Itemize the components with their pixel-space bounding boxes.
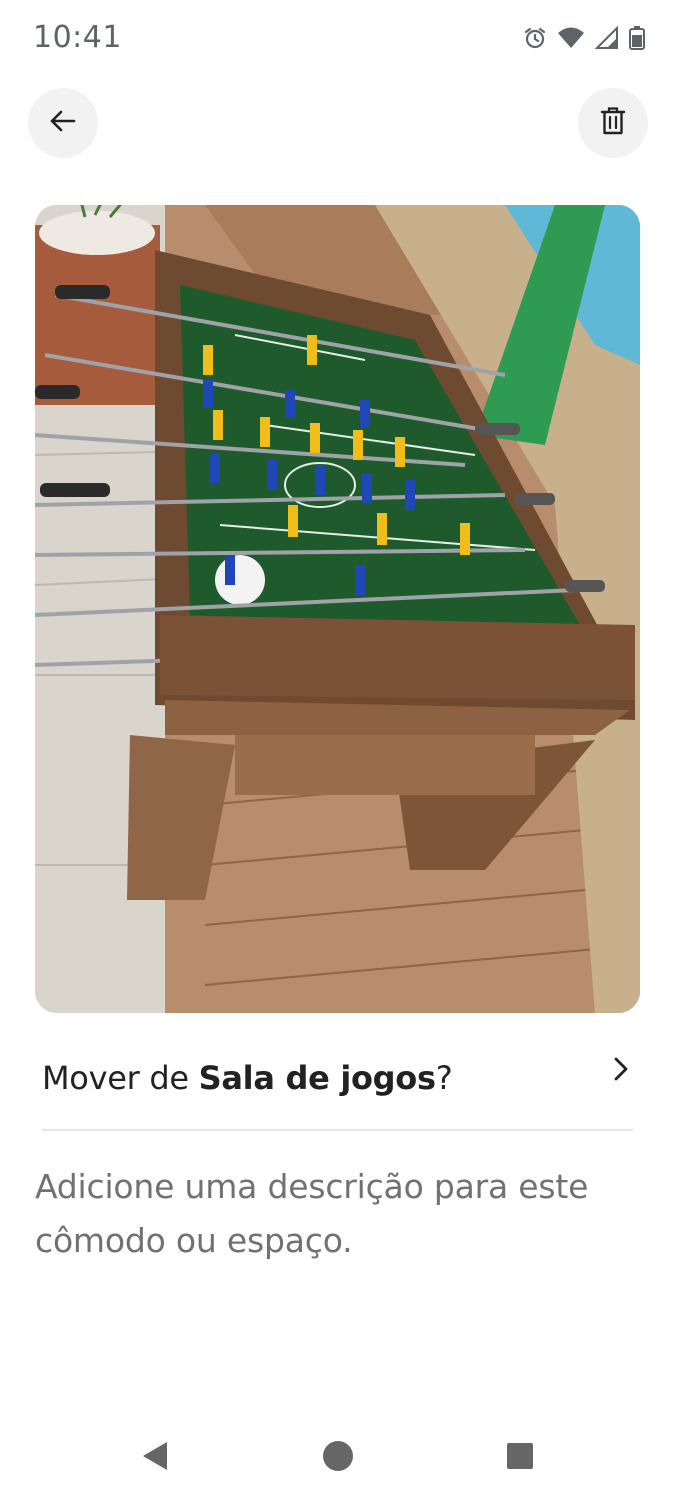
status-time: 10:41 bbox=[33, 20, 122, 55]
nav-home-button[interactable] bbox=[320, 1440, 356, 1476]
battery-icon bbox=[629, 26, 645, 50]
alarm-icon bbox=[523, 26, 547, 50]
nav-recents-icon bbox=[506, 1442, 534, 1475]
nav-back-button[interactable] bbox=[137, 1440, 173, 1476]
move-room-row[interactable]: Mover de Sala de jogos? bbox=[42, 1048, 632, 1108]
move-room-prefix: Mover de bbox=[42, 1059, 199, 1097]
move-room-text: Mover de Sala de jogos? bbox=[42, 1059, 453, 1097]
nav-back-icon bbox=[140, 1440, 170, 1477]
trash-icon bbox=[599, 106, 627, 141]
description-input[interactable]: Adicione uma descrição para este cômodo … bbox=[35, 1160, 635, 1268]
divider bbox=[42, 1129, 633, 1131]
move-room-name: Sala de jogos bbox=[198, 1059, 436, 1097]
room-photo[interactable] bbox=[35, 205, 640, 1013]
chevron-right-icon bbox=[610, 1057, 632, 1087]
signal-icon bbox=[595, 26, 619, 50]
nav-home-icon bbox=[322, 1440, 354, 1477]
delete-button[interactable] bbox=[578, 88, 648, 158]
system-nav-bar bbox=[0, 1410, 675, 1500]
wifi-icon bbox=[557, 26, 585, 50]
status-icons bbox=[523, 26, 645, 50]
status-bar: 10:41 bbox=[0, 0, 675, 80]
back-button[interactable] bbox=[28, 88, 98, 158]
move-room-suffix: ? bbox=[435, 1059, 453, 1097]
arrow-left-icon bbox=[48, 106, 78, 141]
nav-recents-button[interactable] bbox=[502, 1440, 538, 1476]
